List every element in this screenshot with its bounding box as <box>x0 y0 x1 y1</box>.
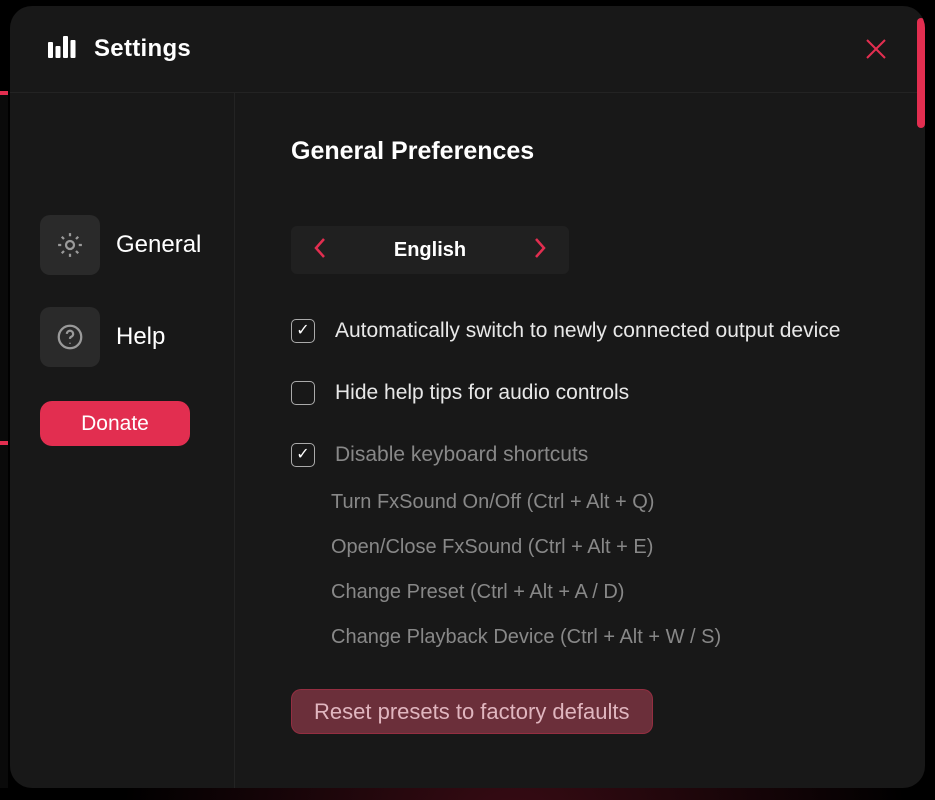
dialog-body: General Help Donate General Preferences … <box>10 92 925 788</box>
equalizer-icon <box>48 36 76 63</box>
hide-tips-label: Hide help tips for audio controls <box>335 381 629 405</box>
chevron-right-icon[interactable] <box>533 237 547 264</box>
background-window-edge <box>0 91 8 788</box>
dialog-title: Settings <box>94 35 191 63</box>
sidebar-item-label: Help <box>116 323 165 351</box>
disable-shortcuts-row: Disable keyboard shortcuts <box>291 443 875 467</box>
auto-switch-checkbox[interactable] <box>291 319 315 343</box>
section-title: General Preferences <box>291 137 875 166</box>
sidebar-item-help[interactable]: Help <box>40 307 216 367</box>
settings-dialog: Settings General Help Donate General Pre… <box>10 6 925 788</box>
scrollbar-thumb[interactable] <box>917 18 925 128</box>
shortcut-item: Change Playback Device (Ctrl + Alt + W /… <box>331 626 875 649</box>
disable-shortcuts-checkbox[interactable] <box>291 443 315 467</box>
hide-tips-row: Hide help tips for audio controls <box>291 381 875 405</box>
close-button[interactable] <box>861 34 891 64</box>
chevron-left-icon[interactable] <box>313 237 327 264</box>
disable-shortcuts-label: Disable keyboard shortcuts <box>335 443 588 467</box>
sidebar: General Help Donate <box>10 93 235 788</box>
hide-tips-checkbox[interactable] <box>291 381 315 405</box>
auto-switch-row: Automatically switch to newly connected … <box>291 319 875 343</box>
language-value: English <box>394 239 466 262</box>
dialog-header: Settings <box>10 6 925 92</box>
content-panel: General Preferences English Automaticall… <box>235 93 925 788</box>
shortcut-item: Turn FxSound On/Off (Ctrl + Alt + Q) <box>331 491 875 514</box>
auto-switch-label: Automatically switch to newly connected … <box>335 319 840 343</box>
shortcut-list: Turn FxSound On/Off (Ctrl + Alt + Q) Ope… <box>291 491 875 649</box>
language-selector: English <box>291 226 569 274</box>
sidebar-item-general[interactable]: General <box>40 215 216 275</box>
shortcut-item: Change Preset (Ctrl + Alt + A / D) <box>331 581 875 604</box>
help-icon <box>40 307 100 367</box>
sidebar-item-label: General <box>116 231 201 259</box>
donate-button[interactable]: Donate <box>40 401 190 446</box>
reset-presets-button[interactable]: Reset presets to factory defaults <box>291 689 653 734</box>
gear-icon <box>40 215 100 275</box>
shortcut-item: Open/Close FxSound (Ctrl + Alt + E) <box>331 536 875 559</box>
